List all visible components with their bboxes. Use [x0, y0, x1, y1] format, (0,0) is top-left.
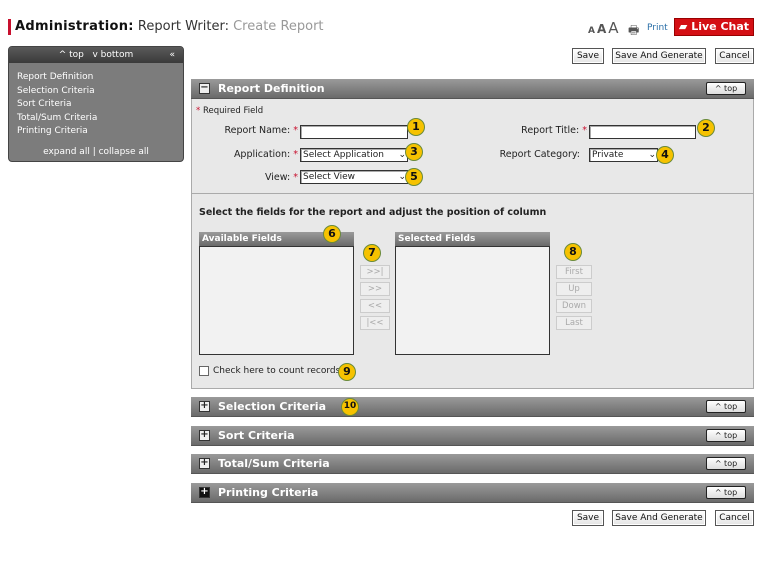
printer-icon[interactable]: 🖶	[628, 21, 639, 42]
live-chat-button[interactable]: ▰ Live Chat	[674, 18, 754, 36]
section-header-printing-criteria[interactable]: + Printing Criteria ^ top	[191, 483, 754, 503]
remove-all-button[interactable]: |<<	[360, 316, 390, 330]
sidebar-top-link[interactable]: ^ top	[59, 50, 84, 60]
top-button[interactable]: ^ top	[706, 457, 746, 470]
remove-button[interactable]: <<	[360, 299, 390, 313]
callout-badge: 8	[564, 243, 582, 261]
save-and-generate-button-bottom[interactable]: Save And Generate	[612, 510, 706, 526]
chat-bubble-icon: ▰	[678, 20, 688, 33]
count-records-checkbox[interactable]	[199, 366, 209, 376]
expand-icon[interactable]: +	[199, 430, 210, 441]
top-button[interactable]: ^ top	[706, 82, 746, 95]
report-category-select[interactable]: Private ⌄	[589, 148, 658, 162]
report-category-label: Report Category:	[499, 149, 580, 160]
add-button[interactable]: >>	[360, 282, 390, 296]
sidebar-bottom-link[interactable]: v bottom	[93, 50, 134, 60]
callout-badge: 2	[697, 119, 715, 137]
sidebar-item-total-sum-criteria[interactable]: Total/Sum Criteria	[17, 112, 183, 126]
move-first-button[interactable]: First	[556, 265, 592, 279]
application-label: Application: *	[233, 149, 298, 160]
save-button-bottom[interactable]: Save	[572, 510, 604, 526]
sidebar-item-sort-criteria[interactable]: Sort Criteria	[17, 98, 183, 112]
sidebar-item-printing-criteria[interactable]: Printing Criteria	[17, 125, 183, 139]
sidebar-item-selection-criteria[interactable]: Selection Criteria	[17, 85, 183, 99]
top-button[interactable]: ^ top	[706, 429, 746, 442]
cancel-button[interactable]: Cancel	[715, 48, 754, 64]
top-button[interactable]: ^ top	[706, 486, 746, 499]
page-title: Administration: Report Writer: Create Re…	[8, 19, 324, 35]
save-button[interactable]: Save	[572, 48, 604, 64]
collapse-sidebar-icon[interactable]: «	[169, 47, 175, 63]
top-button[interactable]: ^ top	[706, 400, 746, 413]
callout-badge: 4	[656, 146, 674, 164]
selected-fields-header: Selected Fields	[395, 232, 550, 246]
collapse-icon[interactable]: −	[199, 83, 210, 94]
available-fields-list: Available Fields	[199, 232, 354, 355]
callout-badge: 7	[363, 244, 381, 262]
callout-badge: 3	[405, 143, 423, 161]
count-records-label: Check here to count records	[213, 366, 341, 376]
available-fields-listbox[interactable]	[199, 246, 354, 355]
report-name-input[interactable]	[300, 125, 408, 139]
callout-badge: 10	[341, 398, 359, 416]
chevron-down-icon: ⌄	[648, 150, 656, 160]
application-select[interactable]: Select Application ⌄	[300, 148, 408, 162]
view-label: View: *	[264, 172, 298, 183]
font-size-controls: AAA	[588, 20, 621, 39]
selected-fields-listbox[interactable]	[395, 246, 550, 355]
font-large-button[interactable]: A	[608, 19, 618, 37]
collapse-all-link[interactable]: collapse all	[99, 147, 149, 157]
selected-fields-list: Selected Fields	[395, 232, 550, 355]
move-up-button[interactable]: Up	[556, 282, 592, 296]
callout-badge: 9	[338, 363, 356, 381]
font-medium-button[interactable]: A	[597, 22, 606, 36]
section-header-report-definition[interactable]: − Report Definition ^ top	[191, 79, 754, 99]
move-last-button[interactable]: Last	[556, 316, 592, 330]
expand-icon[interactable]: +	[199, 487, 210, 498]
required-field-note: * Required Field	[196, 106, 264, 116]
cancel-button-bottom[interactable]: Cancel	[715, 510, 754, 526]
print-link[interactable]: Print	[647, 23, 668, 33]
callout-badge: 6	[323, 225, 341, 243]
section-header-sort-criteria[interactable]: + Sort Criteria ^ top	[191, 426, 754, 446]
fields-instruction: Select the fields for the report and adj…	[199, 207, 547, 218]
sidebar-nav: ^ top v bottom « Report Definition Select…	[8, 46, 184, 162]
save-and-generate-button[interactable]: Save And Generate	[612, 48, 706, 64]
callout-badge: 1	[407, 118, 425, 136]
section-header-selection-criteria[interactable]: + Selection Criteria ^ top	[191, 397, 754, 417]
report-title-label: Report Title: *	[521, 125, 587, 136]
sidebar-item-report-definition[interactable]: Report Definition	[17, 71, 183, 85]
add-all-button[interactable]: >>|	[360, 265, 390, 279]
report-title-input[interactable]	[589, 125, 696, 139]
font-small-button[interactable]: A	[588, 26, 595, 36]
expand-icon[interactable]: +	[199, 458, 210, 469]
section-header-total-sum-criteria[interactable]: + Total/Sum Criteria ^ top	[191, 454, 754, 474]
callout-badge: 5	[405, 168, 423, 186]
expand-all-link[interactable]: expand all	[43, 147, 90, 157]
expand-icon[interactable]: +	[199, 401, 210, 412]
report-name-label: Report Name: *	[224, 125, 298, 136]
view-select[interactable]: Select View ⌄	[300, 170, 408, 184]
move-down-button[interactable]: Down	[556, 299, 592, 313]
